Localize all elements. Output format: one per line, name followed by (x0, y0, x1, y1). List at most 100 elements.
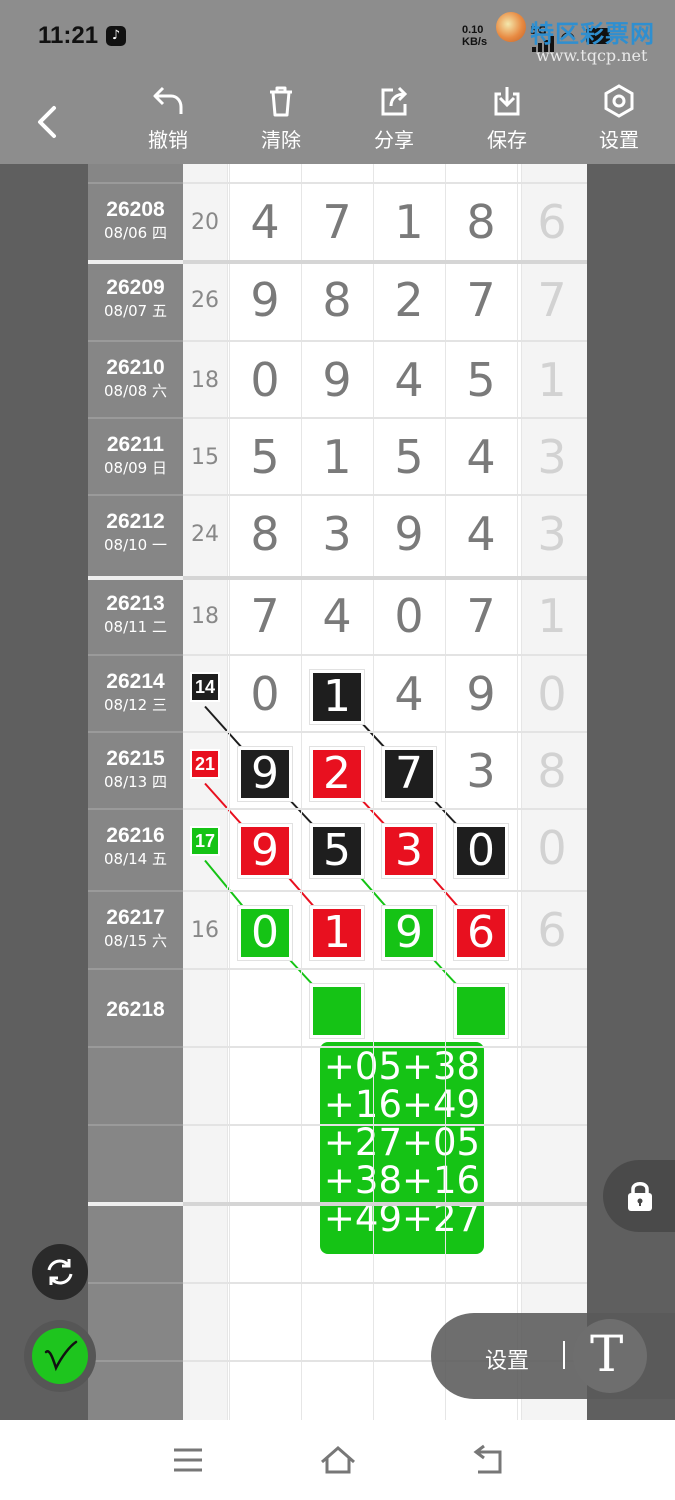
trash-icon (270, 86, 292, 117)
black-marked-digit[interactable]: 7 (385, 749, 433, 798)
black-marked-digit[interactable]: 0 (457, 826, 505, 875)
period-cell: 26210 08/08 六 (88, 356, 183, 401)
date-hline (88, 808, 183, 810)
period-cell: 26216 08/14 五 (88, 824, 183, 869)
grid-hline (183, 968, 587, 970)
green-marked-digit[interactable]: 9 (385, 909, 433, 957)
grid-hline (183, 654, 587, 656)
black-marked-digit[interactable]: 9 (241, 749, 289, 798)
menu-button[interactable] (168, 1442, 208, 1478)
digit-cell[interactable]: 9 (229, 273, 301, 327)
tail-digit-cell[interactable]: 0 (516, 821, 587, 875)
tail-digit-cell[interactable]: 1 (516, 353, 587, 407)
sum-marker[interactable]: 14 (192, 674, 218, 700)
digit-cell[interactable]: 5 (373, 430, 445, 484)
home-button[interactable] (318, 1442, 358, 1478)
sum-value: 26 (191, 288, 219, 313)
digit-cell[interactable]: 4 (373, 667, 445, 721)
digit-cell[interactable]: 9 (445, 667, 517, 721)
settings-button[interactable]: 设置 (584, 84, 654, 160)
digit-cell[interactable]: 0 (229, 667, 301, 721)
digit-cell[interactable]: 3 (445, 744, 517, 798)
red-marked-digit[interactable]: 1 (313, 909, 361, 957)
digit-cell[interactable]: 1 (301, 430, 373, 484)
red-marked-digit[interactable]: 9 (241, 826, 289, 875)
digit-cell[interactable]: 4 (445, 430, 517, 484)
floating-settings-label[interactable]: 设置 (485, 1343, 529, 1375)
grid-hline (183, 260, 587, 264)
green-marked-digit[interactable]: 0 (241, 909, 289, 957)
sum-marker[interactable]: 17 (192, 828, 218, 854)
tail-digit-cell[interactable]: 0 (516, 667, 587, 721)
digit-cell[interactable]: 8 (229, 507, 301, 561)
clear-button[interactable]: 清除 (246, 84, 316, 160)
grid-hline (183, 340, 587, 342)
black-marked-digit[interactable]: 1 (313, 672, 361, 721)
black-marked-digit[interactable]: 5 (313, 826, 361, 875)
date-hline (88, 260, 183, 264)
tail-digit-cell[interactable]: 8 (516, 744, 587, 798)
digit-cell[interactable]: 2 (373, 273, 445, 327)
sum-marker[interactable]: 21 (192, 751, 218, 777)
period-date: 08/12 三 (104, 696, 167, 714)
sync-button[interactable] (32, 1244, 88, 1300)
lock-button[interactable] (603, 1160, 675, 1232)
date-hline (88, 890, 183, 892)
period-date: 08/10 一 (104, 536, 167, 554)
prediction-box[interactable]: +05+38 +16+49 +27+05 +38+16 +49+27 (320, 1042, 484, 1254)
digit-cell[interactable]: 9 (373, 507, 445, 561)
back-nav-button[interactable] (468, 1442, 508, 1478)
digit-cell[interactable]: 4 (229, 195, 301, 249)
date-hline (88, 340, 183, 342)
tail-digit-cell[interactable]: 1 (516, 589, 587, 643)
grid-hline (183, 731, 587, 733)
grid-hline (183, 576, 587, 580)
digit-cell[interactable]: 5 (445, 353, 517, 407)
period-number: 26212 (106, 510, 165, 533)
date-hline (88, 1282, 183, 1284)
tiktok-icon: ♪ (106, 26, 126, 46)
digit-cell[interactable]: 7 (229, 589, 301, 643)
digit-cell[interactable]: 5 (229, 430, 301, 484)
digit-cell[interactable]: 1 (373, 195, 445, 249)
share-button[interactable]: 分享 (359, 84, 429, 160)
number-grid[interactable]: +05+38 +16+49 +27+05 +38+16 +49+27 20 4 7 1… (183, 164, 587, 1420)
digit-cell[interactable]: 7 (445, 589, 517, 643)
back-button[interactable] (32, 104, 62, 140)
period-cell: 26208 08/06 四 (88, 198, 183, 243)
period-date: 08/13 四 (104, 773, 167, 791)
digit-cell[interactable]: 3 (301, 507, 373, 561)
digit-cell[interactable]: 9 (301, 353, 373, 407)
text-tool-button[interactable]: T (573, 1319, 647, 1393)
grid-hline (183, 494, 587, 496)
green-marked-digit[interactable] (313, 987, 361, 1035)
tail-digit-cell[interactable]: 7 (516, 273, 587, 327)
tail-digit-cell[interactable]: 6 (516, 903, 587, 957)
red-marked-digit[interactable]: 2 (313, 749, 361, 798)
tail-digit-cell[interactable]: 3 (516, 430, 587, 484)
tail-digit-cell[interactable]: 6 (516, 195, 587, 249)
digit-cell[interactable]: 7 (445, 273, 517, 327)
digit-cell[interactable]: 0 (373, 589, 445, 643)
digit-cell[interactable]: 0 (229, 353, 301, 407)
save-button[interactable]: 保存 (472, 84, 542, 160)
digit-cell[interactable]: 8 (445, 195, 517, 249)
net-speed-unit: KB/s (462, 36, 488, 48)
digit-cell[interactable]: 4 (445, 507, 517, 561)
watermark-url: www.tqcp.net (536, 46, 648, 65)
tail-digit-cell[interactable]: 3 (516, 507, 587, 561)
pen-button[interactable] (24, 1320, 96, 1392)
undo-button[interactable]: 撤销 (133, 84, 203, 160)
undo-icon (153, 86, 183, 114)
digit-cell[interactable]: 4 (301, 589, 373, 643)
sum-value: 15 (191, 444, 219, 470)
period-cell: 26212 08/10 一 (88, 510, 183, 555)
digit-cell[interactable]: 7 (301, 195, 373, 249)
digit-cell[interactable]: 4 (373, 353, 445, 407)
menu-icon (174, 1448, 202, 1472)
period-number: 26213 (106, 592, 165, 615)
red-marked-digit[interactable]: 3 (385, 826, 433, 875)
digit-cell[interactable]: 8 (301, 273, 373, 327)
green-marked-digit[interactable] (457, 987, 505, 1035)
red-marked-digit[interactable]: 6 (457, 909, 505, 957)
